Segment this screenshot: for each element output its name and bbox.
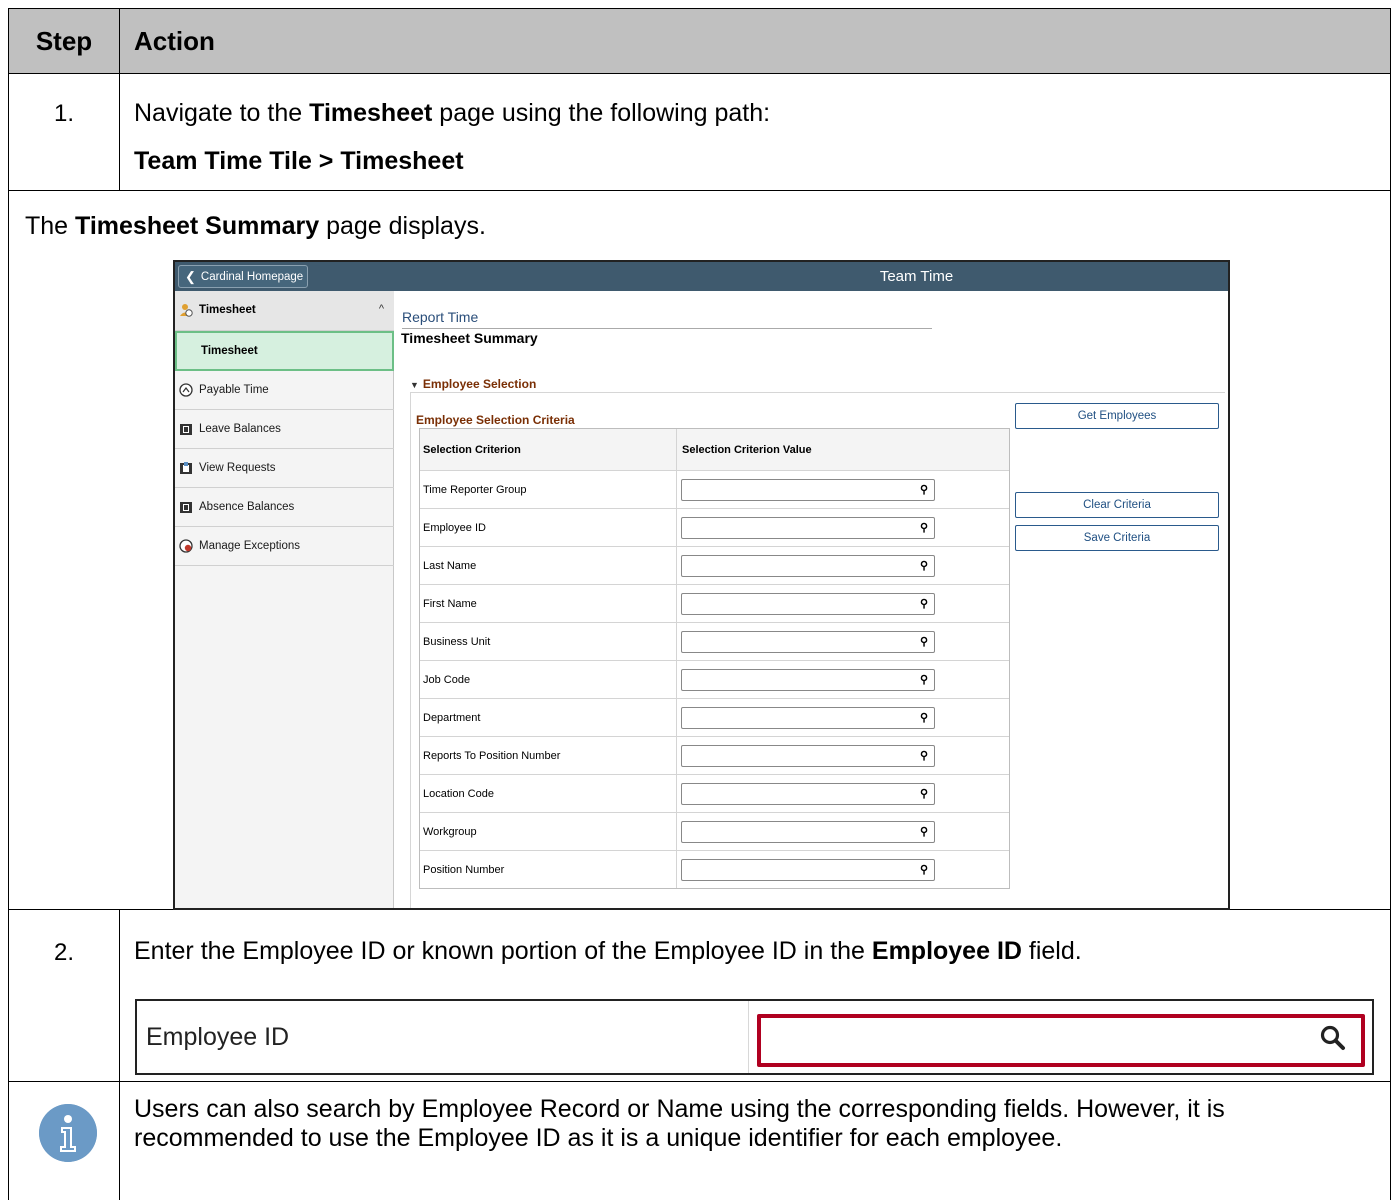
- last-name-input[interactable]: ⚲: [681, 555, 935, 577]
- save-criteria-button[interactable]: Save Criteria: [1015, 525, 1219, 551]
- table-header-row: Step Action: [9, 9, 1390, 74]
- search-icon[interactable]: ⚲: [920, 711, 928, 724]
- info-icon: [39, 1104, 97, 1162]
- step-1-row: 1. Navigate to the Timesheet page using …: [9, 74, 1390, 191]
- screenshot-caption: The Timesheet Summary page displays.: [25, 212, 486, 240]
- step-2-number: 2.: [53, 939, 74, 966]
- table-row: Department ⚲: [420, 698, 1009, 736]
- sidebar-group-label: Timesheet: [199, 304, 256, 316]
- search-icon[interactable]: ⚲: [920, 863, 928, 876]
- note-row: Users can also search by Employee Record…: [9, 1082, 1390, 1200]
- clear-criteria-button[interactable]: Clear Criteria: [1015, 492, 1219, 518]
- search-icon[interactable]: ⚲: [920, 787, 928, 800]
- app-header-bar: Team Time ❮ Cardinal Homepage: [175, 262, 1228, 291]
- employee-id-input-highlighted[interactable]: [757, 1014, 1365, 1067]
- table-row: Last Name ⚲: [420, 546, 1009, 584]
- sidebar-item-absence-balances[interactable]: Absence Balances: [175, 488, 394, 527]
- cardinal-homepage-button[interactable]: ❮ Cardinal Homepage: [178, 265, 308, 288]
- sidebar-item-timesheet[interactable]: Timesheet: [175, 331, 394, 371]
- employee-selection-toggle[interactable]: ▼ Employee Selection: [410, 377, 536, 391]
- person-clock-icon: [180, 304, 193, 317]
- sidebar-item-payable-time[interactable]: Payable Time: [175, 371, 394, 410]
- alert-icon: [179, 539, 193, 553]
- table-row: Job Code ⚲: [420, 660, 1009, 698]
- job-code-input[interactable]: ⚲: [681, 669, 935, 691]
- employee-id-field-zoom: Employee ID: [135, 999, 1374, 1075]
- calendar-icon: [180, 424, 192, 435]
- search-icon[interactable]: ⚲: [920, 559, 928, 572]
- employee-selection-panel: Employee Selection Criteria Selection Cr…: [410, 392, 1225, 908]
- sidebar-item-view-requests[interactable]: View Requests: [175, 449, 394, 488]
- sidebar-item-manage-exceptions[interactable]: Manage Exceptions: [175, 527, 394, 566]
- page-title: Timesheet Summary: [401, 330, 538, 346]
- main-content: Report Time Timesheet Summary ▼ Employee …: [395, 291, 1228, 908]
- search-icon[interactable]: ⚲: [920, 749, 928, 762]
- column-header: Selection Criterion Value: [682, 443, 812, 456]
- sidebar-group-timesheet[interactable]: Timesheet ^: [175, 291, 394, 331]
- table-row: Reports To Position Number ⚲: [420, 736, 1009, 774]
- calendar-icon: [180, 462, 192, 474]
- timesheet-summary-screenshot: Team Time ❮ Cardinal Homepage Timesheet …: [173, 260, 1230, 910]
- column-header: Selection Criterion: [423, 443, 521, 456]
- table-row: Business Unit ⚲: [420, 622, 1009, 660]
- table-row: First Name ⚲: [420, 584, 1009, 622]
- step-1-instruction: Navigate to the Timesheet page using the…: [134, 99, 771, 127]
- time-reporter-group-input[interactable]: ⚲: [681, 479, 935, 501]
- table-row: Location Code ⚲: [420, 774, 1009, 812]
- calendar-icon: [180, 502, 192, 513]
- employee-id-label: Employee ID: [146, 1022, 290, 1051]
- location-code-input[interactable]: ⚲: [681, 783, 935, 805]
- note-text: Users can also search by Employee Record…: [134, 1095, 1225, 1152]
- business-unit-input[interactable]: ⚲: [681, 631, 935, 653]
- search-icon[interactable]: ⚲: [920, 597, 928, 610]
- navigation-path: Team Time Tile > Timesheet: [134, 147, 464, 175]
- action-column-header: Action: [134, 26, 215, 56]
- table-row: Position Number ⚲: [420, 850, 1009, 888]
- criteria-grid: Selection Criterion Selection Criterion …: [419, 428, 1010, 889]
- criteria-title: Employee Selection Criteria: [416, 413, 575, 427]
- reports-to-position-number-input[interactable]: ⚲: [681, 745, 935, 767]
- table-row: Employee ID ⚲: [420, 508, 1009, 546]
- table-row: Workgroup ⚲: [420, 812, 1009, 850]
- search-icon[interactable]: ⚲: [920, 635, 928, 648]
- search-icon[interactable]: ⚲: [920, 825, 928, 838]
- sidebar-item-leave-balances[interactable]: Leave Balances: [175, 410, 394, 449]
- first-name-input[interactable]: ⚲: [681, 593, 935, 615]
- sidebar: Timesheet ^ Timesheet Payable Time Leave…: [175, 291, 394, 908]
- chevron-up-icon: ^: [378, 303, 384, 315]
- department-input[interactable]: ⚲: [681, 707, 935, 729]
- workgroup-input[interactable]: ⚲: [681, 821, 935, 843]
- step-column-header: Step: [35, 26, 93, 56]
- chevron-left-icon: ❮: [185, 268, 196, 284]
- get-employees-button[interactable]: Get Employees: [1015, 403, 1219, 429]
- search-icon[interactable]: ⚲: [920, 521, 928, 534]
- table-row: Time Reporter Group ⚲: [420, 470, 1009, 508]
- triangle-down-icon: ▼: [410, 380, 419, 390]
- app-title: Team Time: [879, 268, 954, 285]
- screenshot-row: The Timesheet Summary page displays. Tea…: [9, 191, 1390, 910]
- procedure-table: Step Action 1. Navigate to the Timesheet…: [8, 8, 1391, 1200]
- step-1-number: 1.: [53, 100, 74, 127]
- search-icon[interactable]: ⚲: [920, 483, 928, 496]
- step-2-instruction: Enter the Employee ID or known portion o…: [134, 937, 1082, 965]
- sidebar-item-label: Timesheet: [201, 345, 258, 357]
- search-icon[interactable]: [1319, 1024, 1347, 1052]
- report-time-link[interactable]: Report Time: [402, 309, 478, 325]
- clock-icon: [179, 383, 193, 397]
- position-number-input[interactable]: ⚲: [681, 859, 935, 881]
- search-icon[interactable]: ⚲: [920, 673, 928, 686]
- step-2-row: 2. Enter the Employee ID or known portio…: [9, 910, 1390, 1082]
- criteria-header-row: Selection Criterion Selection Criterion …: [420, 429, 1009, 470]
- employee-id-input[interactable]: ⚲: [681, 517, 935, 539]
